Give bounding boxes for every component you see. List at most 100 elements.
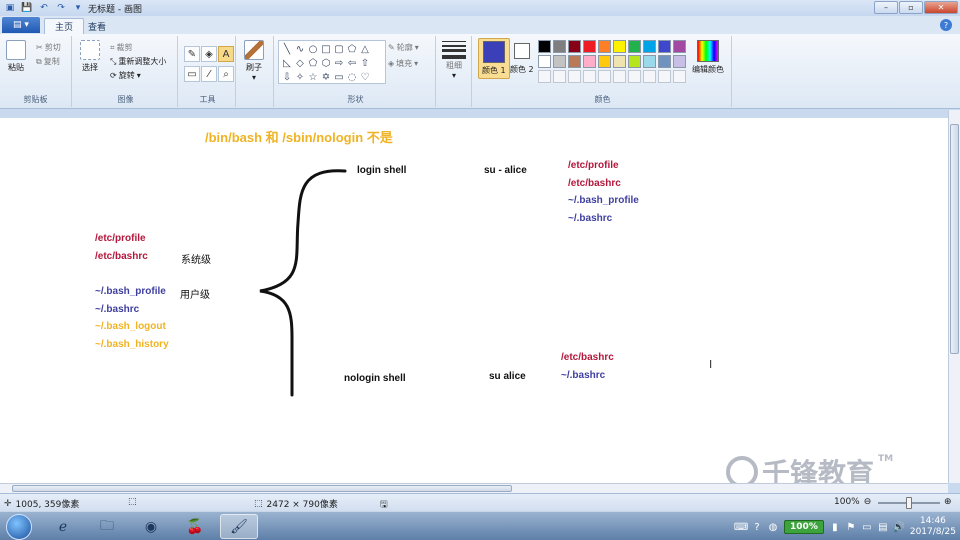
- fill-button[interactable]: ◈ 填充 ▾: [388, 58, 418, 69]
- palette-swatch[interactable]: [568, 55, 581, 68]
- paste-button[interactable]: 粘贴: [6, 40, 26, 73]
- line-shape-icon[interactable]: ╲: [281, 43, 293, 55]
- triangle-shape-icon[interactable]: △: [359, 43, 371, 55]
- palette-custom-swatch[interactable]: [628, 70, 641, 83]
- star4-shape-icon[interactable]: ✧: [294, 71, 306, 83]
- palette-swatch[interactable]: [658, 40, 671, 53]
- tray-keyboard-icon[interactable]: ⌨: [734, 522, 748, 533]
- color1-button[interactable]: 颜色 1: [478, 38, 510, 79]
- tray-power-icon[interactable]: ▮: [830, 522, 840, 533]
- palette-swatch[interactable]: [628, 40, 641, 53]
- rounded-rectangle-shape-icon[interactable]: ▢: [333, 43, 345, 55]
- palette-swatch[interactable]: [583, 55, 596, 68]
- drawing-canvas[interactable]: /bin/bash 和 /sbin/nologin 不是 /etc/profil…: [0, 118, 948, 483]
- paint-taskbar-icon[interactable]: 🖌: [220, 514, 258, 539]
- dropdown-icon[interactable]: ▾: [71, 2, 85, 14]
- vertical-scrollbar[interactable]: [948, 110, 960, 483]
- callout-shape-icon[interactable]: ▭: [333, 71, 345, 83]
- arrow-down-shape-icon[interactable]: ⇩: [281, 71, 293, 83]
- palette-custom-swatch[interactable]: [568, 70, 581, 83]
- resize-button[interactable]: ⤡ 重新调整大小: [110, 56, 166, 67]
- palette-swatch[interactable]: [613, 40, 626, 53]
- palette-swatch[interactable]: [643, 55, 656, 68]
- palette-custom-swatch[interactable]: [553, 70, 566, 83]
- pentagon-shape-icon[interactable]: ⬠: [307, 57, 319, 69]
- cut-button[interactable]: ✂ 剪切: [36, 42, 61, 53]
- explorer-icon[interactable]: 🗀: [88, 514, 126, 539]
- palette-custom-swatch[interactable]: [613, 70, 626, 83]
- palette-swatch[interactable]: [553, 40, 566, 53]
- color-picker-icon[interactable]: ⁄: [201, 66, 217, 82]
- palette-swatch[interactable]: [553, 55, 566, 68]
- palette-swatch[interactable]: [628, 55, 641, 68]
- horizontal-scroll-thumb[interactable]: [12, 485, 512, 492]
- palette-swatch[interactable]: [658, 55, 671, 68]
- palette-custom-swatch[interactable]: [538, 70, 551, 83]
- crop-button[interactable]: ⌗ 裁剪: [110, 42, 133, 53]
- start-button[interactable]: [6, 514, 32, 540]
- palette-custom-swatch[interactable]: [658, 70, 671, 83]
- right-triangle-shape-icon[interactable]: ◺: [281, 57, 293, 69]
- palette-swatch[interactable]: [643, 40, 656, 53]
- oval-shape-icon[interactable]: ○: [307, 43, 319, 55]
- eraser-icon[interactable]: ▭: [184, 66, 200, 82]
- minimize-button[interactable]: –: [874, 1, 898, 14]
- close-button[interactable]: ✕: [924, 1, 958, 14]
- palette-swatch[interactable]: [583, 40, 596, 53]
- tray-flag-icon[interactable]: ⚑: [846, 522, 856, 533]
- tray-qq-icon[interactable]: ◍: [768, 522, 778, 533]
- magnifier-icon[interactable]: ⌕: [218, 66, 234, 82]
- star6-shape-icon[interactable]: ✡: [320, 71, 332, 83]
- star5-shape-icon[interactable]: ☆: [307, 71, 319, 83]
- size-button[interactable]: 粗细 ▾: [442, 40, 466, 80]
- canvas-area[interactable]: /bin/bash 和 /sbin/nologin 不是 /etc/profil…: [0, 110, 948, 483]
- pencil-icon[interactable]: ✎: [184, 46, 200, 62]
- text-tool-icon[interactable]: A: [218, 46, 234, 62]
- zoom-slider-handle[interactable]: [906, 497, 912, 509]
- help-icon[interactable]: ?: [940, 19, 952, 31]
- palette-swatch[interactable]: [538, 40, 551, 53]
- vertical-scroll-thumb[interactable]: [950, 124, 959, 354]
- zoom-out-icon[interactable]: ⊖: [864, 497, 872, 507]
- fill-bucket-icon[interactable]: ◈: [201, 46, 217, 62]
- palette-swatch[interactable]: [598, 40, 611, 53]
- palette-swatch[interactable]: [613, 55, 626, 68]
- palette-custom-swatch[interactable]: [643, 70, 656, 83]
- app-icon-red[interactable]: ◉: [132, 514, 170, 539]
- rotate-button[interactable]: ⟳ 旋转 ▾: [110, 70, 141, 81]
- outline-button[interactable]: ✎ 轮廓 ▾: [388, 42, 419, 53]
- rectangle-shape-icon[interactable]: □: [320, 43, 332, 55]
- brushes-button[interactable]: 刷子 ▾: [244, 40, 264, 82]
- zoom-in-icon[interactable]: ⊕: [944, 497, 952, 507]
- palette-swatch[interactable]: [538, 55, 551, 68]
- paint-app-icon[interactable]: ▣: [3, 2, 17, 14]
- palette-swatch[interactable]: [598, 55, 611, 68]
- maximize-button[interactable]: ▫: [899, 1, 923, 14]
- cherry-app-icon[interactable]: 🍒: [176, 514, 214, 539]
- undo-icon[interactable]: ↶: [37, 2, 51, 14]
- horizontal-scrollbar[interactable]: [0, 483, 948, 493]
- select-button[interactable]: 选择: [80, 40, 100, 73]
- curve-shape-icon[interactable]: ∿: [294, 43, 306, 55]
- clock[interactable]: 14:46 2017/8/25: [910, 516, 956, 538]
- tray-network-icon[interactable]: ▤: [878, 522, 888, 533]
- copy-button[interactable]: ⧉ 复制: [36, 56, 60, 67]
- palette-custom-swatch[interactable]: [673, 70, 686, 83]
- edit-colors-button[interactable]: 编辑颜色: [692, 40, 724, 75]
- palette-custom-swatch[interactable]: [583, 70, 596, 83]
- redo-icon[interactable]: ↷: [54, 2, 68, 14]
- hexagon-shape-icon[interactable]: ⬡: [320, 57, 332, 69]
- tray-volume-icon[interactable]: 🔊: [893, 522, 905, 533]
- save-icon[interactable]: 💾: [20, 2, 34, 14]
- tray-help-icon[interactable]: ?: [752, 522, 762, 533]
- palette-swatch[interactable]: [568, 40, 581, 53]
- battery-indicator[interactable]: 100%: [784, 520, 824, 534]
- arrow-right-shape-icon[interactable]: ⇨: [333, 57, 345, 69]
- tab-view[interactable]: 查看: [78, 18, 116, 34]
- heart-shape-icon[interactable]: ♡: [359, 71, 371, 83]
- tray-display-icon[interactable]: ▭: [862, 522, 872, 533]
- arrow-left-shape-icon[interactable]: ⇦: [346, 57, 358, 69]
- polygon-shape-icon[interactable]: ⬠: [346, 43, 358, 55]
- palette-custom-swatch[interactable]: [598, 70, 611, 83]
- ie-icon[interactable]: ℯ: [44, 514, 82, 539]
